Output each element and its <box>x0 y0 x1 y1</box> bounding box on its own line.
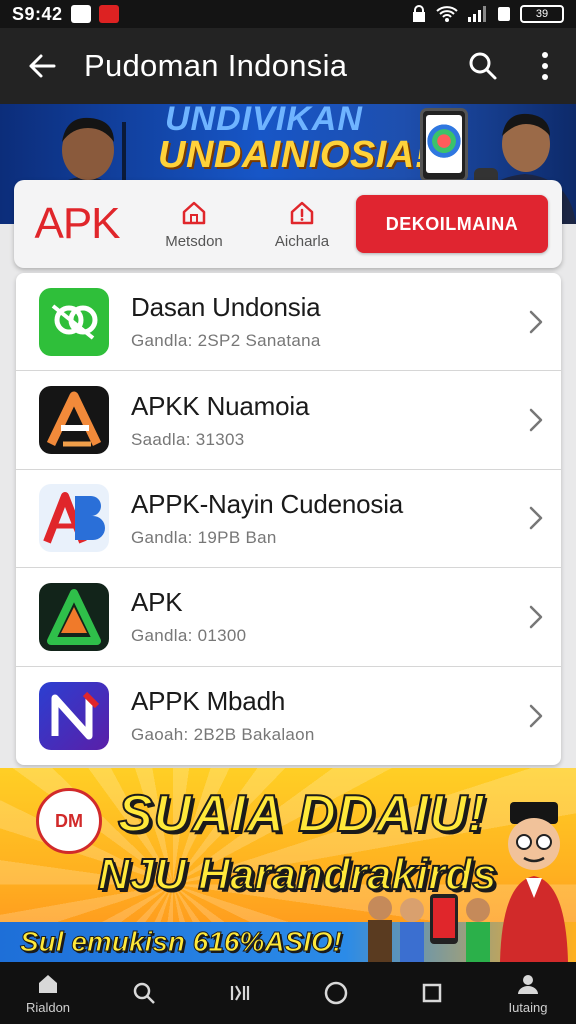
back-button[interactable] <box>0 28 84 104</box>
list-item-text: Dasan Undonsia Gandla: 2SP2 Sanatana <box>131 292 511 351</box>
nav-profile[interactable]: Iutaing <box>480 962 576 1024</box>
green-link-icon <box>39 287 109 356</box>
promo-banner-bottom[interactable]: DM SUAIA DDAIU! NJU Harandrakirds Sul em… <box>0 768 576 962</box>
chevron-right-icon <box>511 506 561 530</box>
app-title: Dasan Undonsia <box>131 292 321 323</box>
signal-icon <box>468 6 486 22</box>
chevron-right-icon <box>511 310 561 334</box>
list-item-text: APPK Mbadh Gaoah: 2B2B Bakalaon <box>131 686 511 745</box>
search-button[interactable] <box>452 28 514 104</box>
list-item[interactable]: APPK Mbadh Gaoah: 2B2B Bakalaon <box>16 667 561 765</box>
bottom-nav: Rialdon Iutaing <box>0 962 576 1024</box>
search-icon <box>469 52 497 80</box>
chevron-right-icon <box>511 605 561 629</box>
lock-icon <box>413 5 425 22</box>
app-subtitle: Gandla: 19PB Ban <box>131 527 277 547</box>
nav-home[interactable]: Rialdon <box>0 962 96 1024</box>
list-item[interactable]: APKK Nuamoia Saadla: 31303 <box>16 371 561 470</box>
wifi-icon <box>436 6 458 22</box>
list-item[interactable]: APK Gandla: 01300 <box>16 568 561 667</box>
purple-n-icon <box>39 681 109 750</box>
blue-ab-icon <box>39 484 109 553</box>
app-title: APPK Mbadh <box>131 686 286 717</box>
banner-bottom-line3: Sul emukisn 616%ASIO! <box>19 926 343 958</box>
alert-home-icon <box>290 201 314 224</box>
list-item[interactable]: Dasan Undonsia Gandla: 2SP2 Sanatana <box>16 273 561 372</box>
circle-home-icon <box>324 981 348 1005</box>
home-icon <box>182 201 206 224</box>
app-title: APPK-Nayin Cudenosia <box>131 488 404 519</box>
list-item-text: APKK Nuamoia Saadla: 31303 <box>131 391 511 450</box>
list-item-text: APPK-Nayin Cudenosia Gandla: 19PB Ban <box>131 489 511 548</box>
status-time: S9:42 <box>12 3 63 24</box>
app-subtitle: Saadla: 31303 <box>131 429 245 449</box>
person-icon <box>518 974 538 994</box>
arrow-left-icon <box>29 54 56 78</box>
app-list: Dasan Undonsia Gandla: 2SP2 Sanatana APK… <box>16 273 561 765</box>
tab-aicharla[interactable]: Aicharla <box>248 199 356 250</box>
banner-top-line2: UNDAINIOSIA! <box>158 134 428 176</box>
green-a-icon <box>39 582 109 651</box>
square-icon <box>422 983 442 1003</box>
mascot-illustration <box>500 802 568 962</box>
kids-illustration <box>368 894 490 962</box>
tab-metsdon[interactable]: Metsdon <box>140 199 248 250</box>
sim-icon <box>498 7 510 21</box>
more-options-button[interactable] <box>514 28 576 104</box>
nav-profile-label: Iutaing <box>508 999 548 1015</box>
tab-metsdon-label: Metsdon <box>165 232 223 250</box>
status-icons: 39 <box>410 5 564 23</box>
nav-circle-home[interactable] <box>288 962 384 1024</box>
nav-overview[interactable] <box>384 962 480 1024</box>
app-title: APK <box>131 587 183 618</box>
list-item-text: APK Gandla: 01300 <box>131 587 511 646</box>
orange-a-icon <box>39 386 109 455</box>
app-subtitle: Gaoah: 2B2B Bakalaon <box>131 725 315 745</box>
more-vert-icon <box>542 52 548 80</box>
app-title: APKK Nuamoia <box>131 390 310 421</box>
download-button[interactable]: DEKOILMAINA <box>356 195 548 253</box>
tab-card: APK Metsdon Aicharla DEKOILMAINA <box>14 180 562 268</box>
nav-recents[interactable] <box>192 962 288 1024</box>
app-bar: Pudoman Indonsia <box>0 28 576 104</box>
search-icon <box>133 982 155 1004</box>
app-notification-icon <box>98 5 119 23</box>
home-icon <box>39 974 57 993</box>
chevron-right-icon <box>511 704 561 728</box>
notification-icon <box>70 5 91 23</box>
recent-apps-icon <box>230 985 250 1001</box>
battery-icon: 39 <box>520 5 564 23</box>
page-title: Pudoman Indonsia <box>84 48 348 83</box>
tab-aicharla-label: Aicharla <box>274 232 330 250</box>
apk-logo: APK <box>34 199 120 248</box>
nav-search[interactable] <box>96 962 192 1024</box>
banner-bottom-line1: SUAIA DDAIU! <box>117 784 487 844</box>
chevron-right-icon <box>511 408 561 432</box>
app-screen: S9:42 39 Pudoman Indonsia UNDIVIKAN UNDA… <box>0 0 576 1024</box>
status-bar: S9:42 39 <box>0 0 576 28</box>
app-subtitle: Gandla: 2SP2 Sanatana <box>131 331 321 351</box>
app-subtitle: Gandla: 01300 <box>131 626 247 646</box>
nav-home-label: Rialdon <box>25 999 71 1015</box>
dm-logo: DM <box>36 788 102 854</box>
list-item[interactable]: APPK-Nayin Cudenosia Gandla: 19PB Ban <box>16 470 561 569</box>
phone-illustration <box>420 108 468 182</box>
